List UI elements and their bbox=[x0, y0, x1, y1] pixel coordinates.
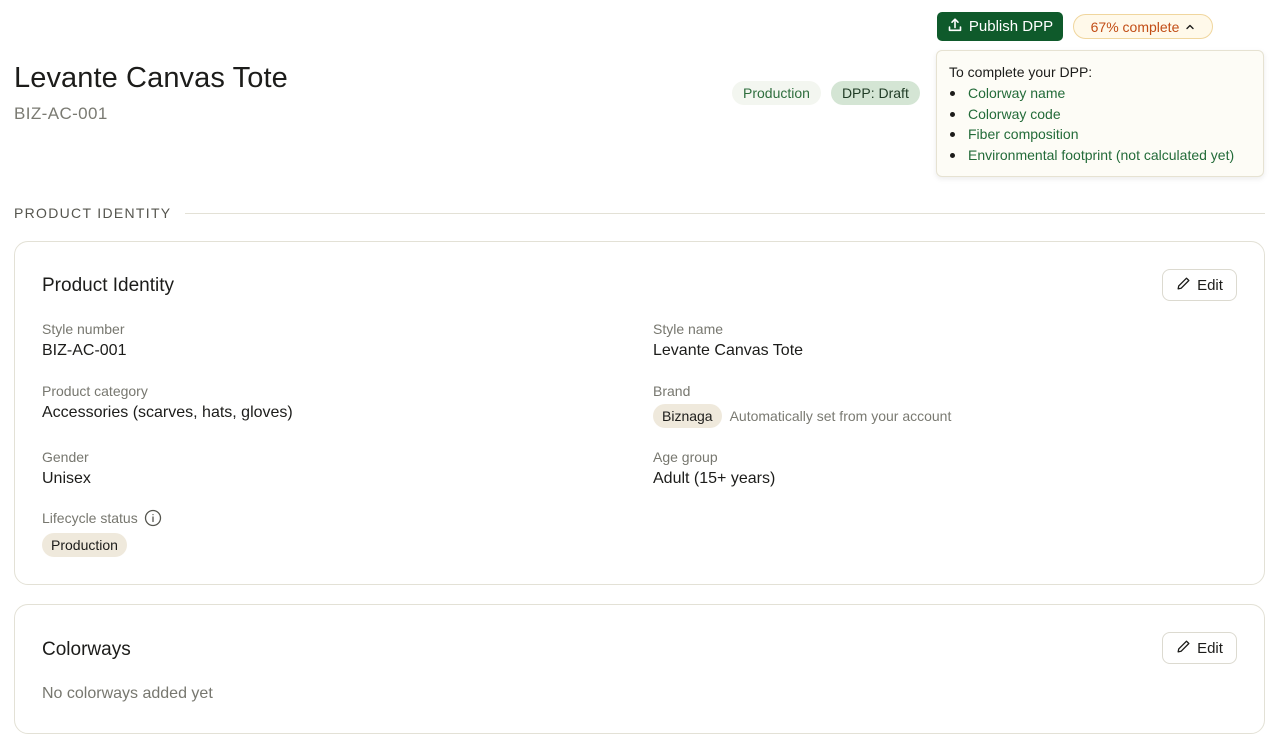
field-label: Lifecycle status bbox=[42, 510, 138, 526]
header-badges: Production DPP: Draft bbox=[732, 81, 920, 105]
section-divider bbox=[185, 212, 1265, 214]
field-product-category: Product category Accessories (scarves, h… bbox=[42, 383, 293, 422]
dpp-status-badge: DPP: Draft bbox=[830, 81, 920, 105]
pencil-icon bbox=[1176, 276, 1191, 295]
completion-popover: To complete your DPP: Colorway name Colo… bbox=[936, 50, 1264, 177]
page-subtitle-sku: BIZ-AC-001 bbox=[14, 104, 108, 123]
lifecycle-status-tag: Production bbox=[42, 533, 127, 557]
brand-row: Biznaga Automatically set from your acco… bbox=[653, 404, 951, 428]
publish-dpp-label: Publish DPP bbox=[968, 18, 1054, 35]
missing-fields-list: Colorway name Colorway code Fiber compos… bbox=[949, 83, 1251, 166]
product-page: Levante Canvas Tote BIZ-AC-001 Productio… bbox=[0, 0, 1280, 746]
field-label: Gender bbox=[42, 449, 89, 465]
pencil-icon bbox=[1176, 639, 1191, 658]
product-identity-card: Product Identity Edit Style number BIZ-A… bbox=[14, 241, 1265, 585]
field-lifecycle-status: Lifecycle status Production bbox=[42, 509, 162, 557]
edit-label: Edit bbox=[1197, 639, 1223, 657]
card-title: Product Identity bbox=[42, 275, 175, 296]
field-value: Accessories (scarves, hats, gloves) bbox=[42, 404, 293, 421]
edit-colorways-button[interactable]: Edit bbox=[1162, 632, 1237, 664]
field-value: Unisex bbox=[42, 470, 91, 487]
missing-field-link[interactable]: Colorway name bbox=[949, 83, 1251, 104]
field-label: Product category bbox=[42, 383, 148, 399]
title-block: Levante Canvas Tote BIZ-AC-001 bbox=[14, 62, 288, 124]
section-heading: PRODUCT IDENTITY bbox=[14, 205, 1265, 221]
lifecycle-badge: Production bbox=[732, 81, 821, 105]
colorways-empty-state: No colorways added yet bbox=[42, 685, 213, 702]
edit-identity-button[interactable]: Edit bbox=[1162, 269, 1237, 301]
brand-tag: Biznaga bbox=[653, 404, 722, 428]
missing-field-link[interactable]: Colorway code bbox=[949, 104, 1251, 125]
field-value: BIZ-AC-001 bbox=[42, 342, 127, 359]
upload-icon bbox=[947, 17, 963, 37]
publish-dpp-button[interactable]: Publish DPP bbox=[937, 12, 1063, 41]
field-style-number: Style number BIZ-AC-001 bbox=[42, 321, 126, 360]
brand-note: Automatically set from your account bbox=[729, 408, 952, 424]
section-heading-label: PRODUCT IDENTITY bbox=[14, 205, 172, 221]
field-value: Adult (15+ years) bbox=[653, 470, 776, 487]
field-gender: Gender Unisex bbox=[42, 449, 91, 488]
chevron-up-icon bbox=[1185, 19, 1195, 35]
missing-field-link[interactable]: Environmental footprint (not calculated … bbox=[949, 145, 1251, 166]
field-age-group: Age group Adult (15+ years) bbox=[653, 449, 775, 488]
completion-progress-label: 67% complete bbox=[1090, 18, 1180, 35]
page-title: Levante Canvas Tote bbox=[14, 62, 288, 94]
field-label: Style name bbox=[653, 321, 724, 337]
field-value: Levante Canvas Tote bbox=[653, 342, 804, 359]
completion-progress-toggle[interactable]: 67% complete bbox=[1073, 14, 1213, 39]
lifecycle-tag-wrap: Production bbox=[42, 533, 162, 557]
field-label: Age group bbox=[653, 449, 718, 465]
colorways-card: Colorways Edit No colorways added yet bbox=[14, 604, 1265, 734]
completion-popover-title: To complete your DPP: bbox=[949, 64, 1093, 80]
card-title: Colorways bbox=[42, 639, 131, 660]
info-icon[interactable] bbox=[144, 509, 162, 527]
edit-label: Edit bbox=[1197, 276, 1223, 294]
field-label: Style number bbox=[42, 321, 125, 337]
field-brand: Brand Biznaga Automatically set from you… bbox=[653, 383, 951, 428]
field-label: Brand bbox=[653, 383, 691, 399]
field-label-row: Lifecycle status bbox=[42, 509, 162, 527]
missing-field-link[interactable]: Fiber composition bbox=[949, 124, 1251, 145]
field-style-name: Style name Levante Canvas Tote bbox=[653, 321, 803, 360]
